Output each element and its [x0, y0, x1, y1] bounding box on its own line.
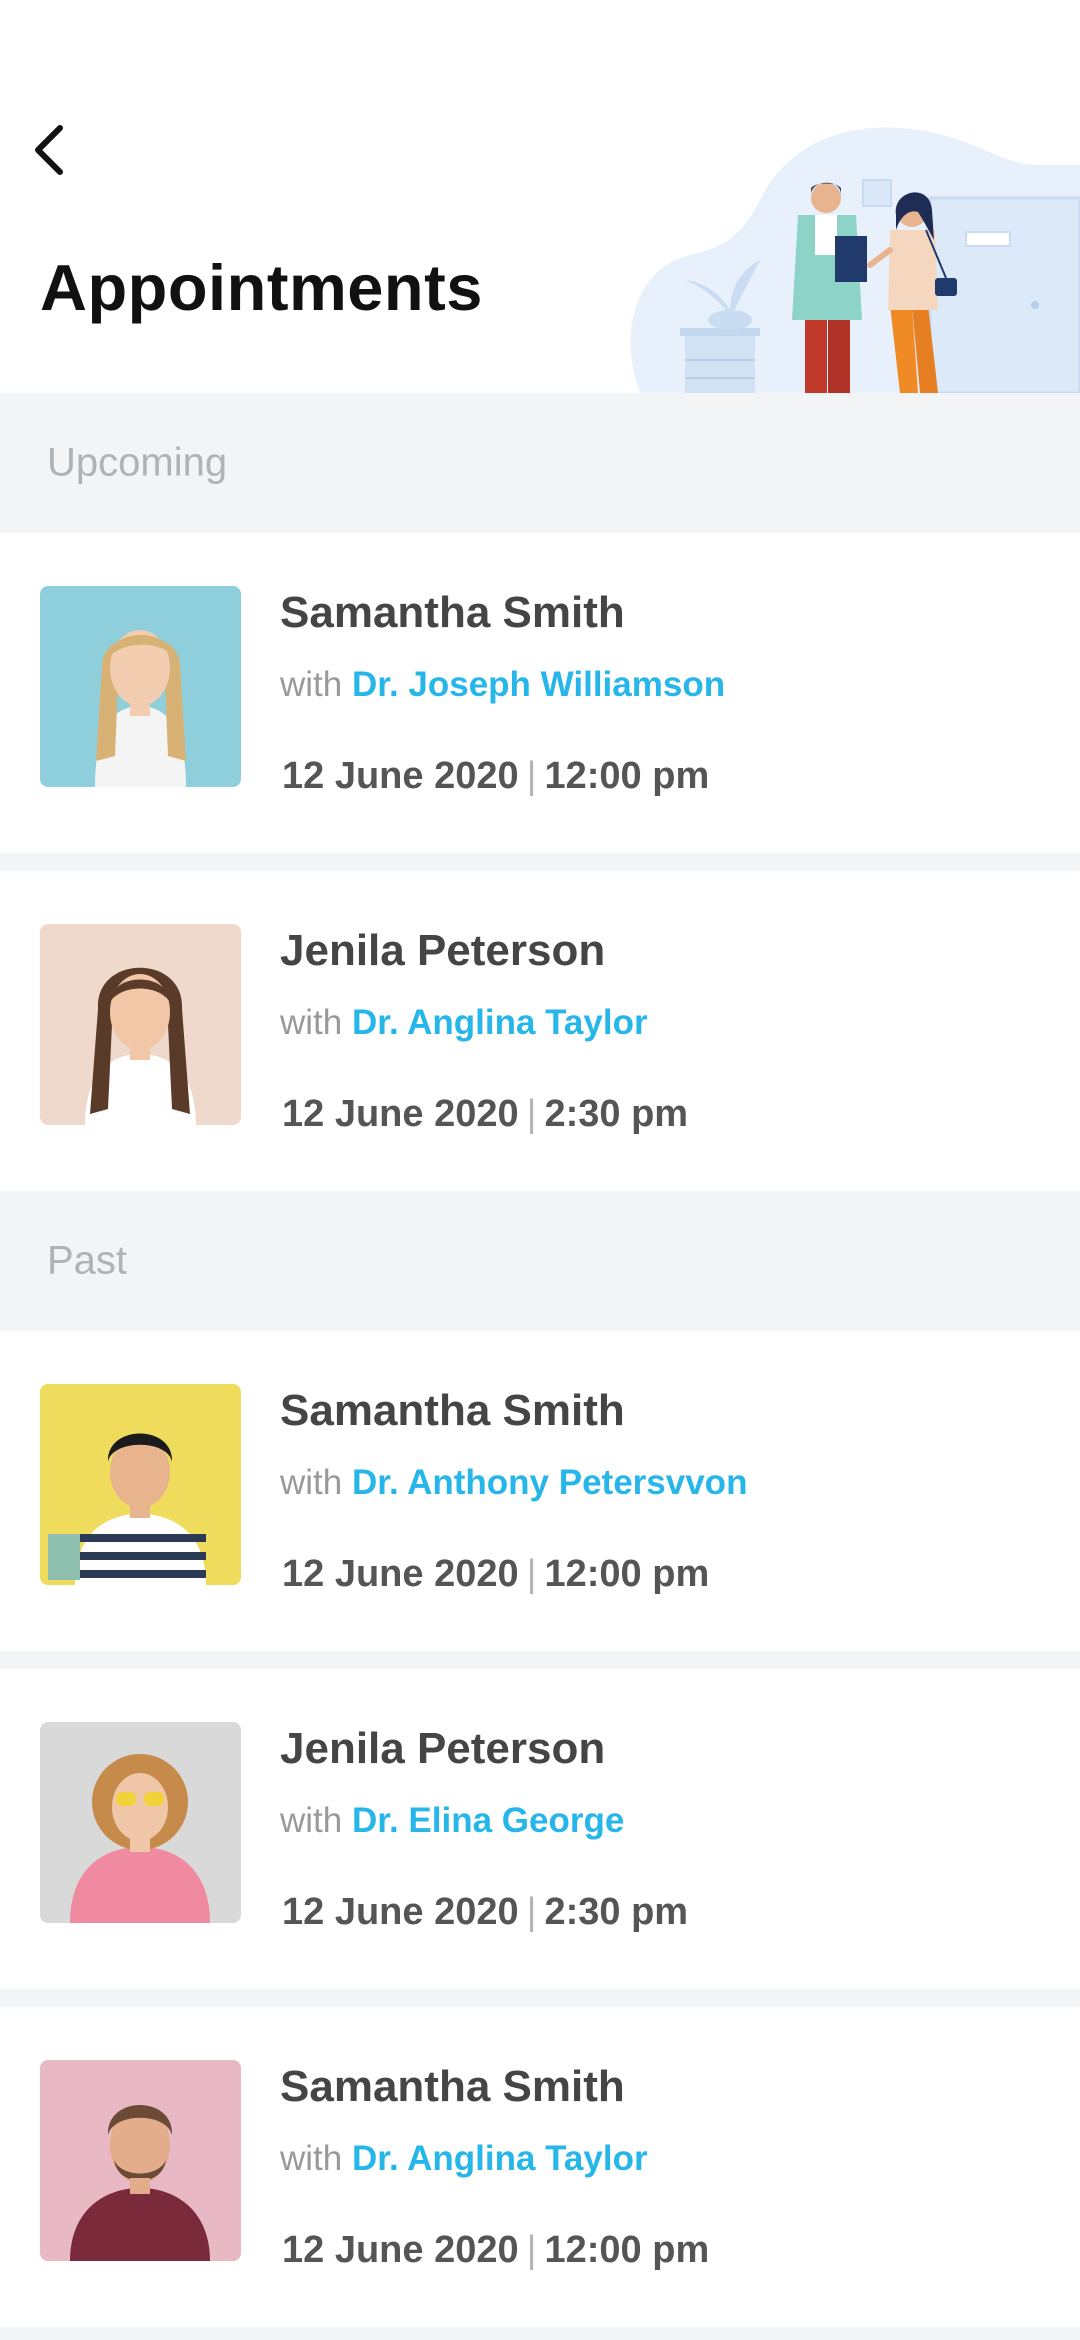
doctor-line: with Dr. Anthony Petersvvon [280, 1463, 747, 1503]
chevron-left-icon [35, 125, 63, 175]
patient-name: Samantha Smith [280, 2062, 625, 2111]
appointment-time: 12:00 pm [544, 2229, 710, 2271]
avatar [40, 1722, 241, 1923]
separator: | [526, 1891, 537, 1933]
with-label: with [280, 665, 343, 704]
divider [0, 1989, 1080, 2007]
appointment-date: 12 June 2020 [282, 1553, 519, 1595]
appointment-card[interactable]: Jenila Peterson with Dr. Elina George 12… [0, 1669, 1080, 1989]
appointment-datetime: 12 June 2020 | 2:30 pm [282, 1093, 688, 1136]
doctor-line: with Dr. Anglina Taylor [280, 2139, 648, 2179]
appointment-time: 12:00 pm [544, 755, 710, 797]
appointment-date: 12 June 2020 [282, 1891, 519, 1933]
divider [0, 1651, 1080, 1669]
patient-name: Samantha Smith [280, 1386, 625, 1435]
appointment-datetime: 12 June 2020 | 2:30 pm [282, 1891, 688, 1934]
doctor-line: with Dr. Elina George [280, 1801, 624, 1841]
doctor-line: with Dr. Joseph Williamson [280, 665, 725, 705]
doctor-line: with Dr. Anglina Taylor [280, 1003, 648, 1043]
appointment-date: 12 June 2020 [282, 755, 519, 797]
appointment-card[interactable]: Samantha Smith with Dr. Anglina Taylor 1… [0, 2007, 1080, 2327]
patient-name: Jenila Peterson [280, 926, 606, 975]
divider [0, 853, 1080, 871]
appointment-time: 12:00 pm [544, 1553, 710, 1595]
appointment-datetime: 12 June 2020 | 12:00 pm [282, 1553, 709, 1596]
header: Appointments [0, 0, 1080, 393]
appointment-time: 2:30 pm [544, 1891, 689, 1933]
avatar [40, 924, 241, 1125]
section-header-past: Past [0, 1191, 1080, 1331]
appointment-card[interactable]: Samantha Smith with Dr. Joseph Williamso… [0, 533, 1080, 853]
with-label: with [280, 1463, 343, 1502]
appointments-screen: Appointments Upcoming Samantha Smith wit… [0, 0, 1080, 2340]
section-header-upcoming: Upcoming [0, 393, 1080, 533]
doctor-patient-illustration [630, 127, 1080, 393]
avatar [40, 1384, 241, 1585]
section-label: Upcoming [47, 440, 228, 485]
doctor-link[interactable]: Dr. Elina George [352, 1801, 624, 1840]
doctor-link[interactable]: Dr. Anglina Taylor [352, 1003, 648, 1042]
appointment-card[interactable]: Samantha Smith with Dr. Anthony Petersvv… [0, 1331, 1080, 1651]
doctor-link[interactable]: Dr. Anglina Taylor [352, 2139, 648, 2178]
appointment-datetime: 12 June 2020 | 12:00 pm [282, 2229, 709, 2272]
doctor-link[interactable]: Dr. Anthony Petersvvon [352, 1463, 747, 1502]
separator: | [526, 2229, 537, 2271]
appointment-date: 12 June 2020 [282, 2229, 519, 2271]
page-title: Appointments [40, 251, 483, 324]
with-label: with [280, 1801, 343, 1840]
divider [0, 2327, 1080, 2340]
avatar [40, 2060, 241, 2261]
with-label: with [280, 2139, 343, 2178]
separator: | [526, 1093, 537, 1135]
appointment-datetime: 12 June 2020 | 12:00 pm [282, 755, 709, 798]
appointment-date: 12 June 2020 [282, 1093, 519, 1135]
appointment-card[interactable]: Jenila Peterson with Dr. Anglina Taylor … [0, 871, 1080, 1191]
separator: | [526, 1553, 537, 1595]
doctor-link[interactable]: Dr. Joseph Williamson [352, 665, 725, 704]
section-label: Past [47, 1238, 128, 1283]
separator: | [526, 755, 537, 797]
with-label: with [280, 1003, 343, 1042]
appointment-time: 2:30 pm [544, 1093, 689, 1135]
patient-name: Samantha Smith [280, 588, 625, 637]
patient-name: Jenila Peterson [280, 1724, 606, 1773]
back-button[interactable] [30, 115, 86, 185]
avatar [40, 586, 241, 787]
